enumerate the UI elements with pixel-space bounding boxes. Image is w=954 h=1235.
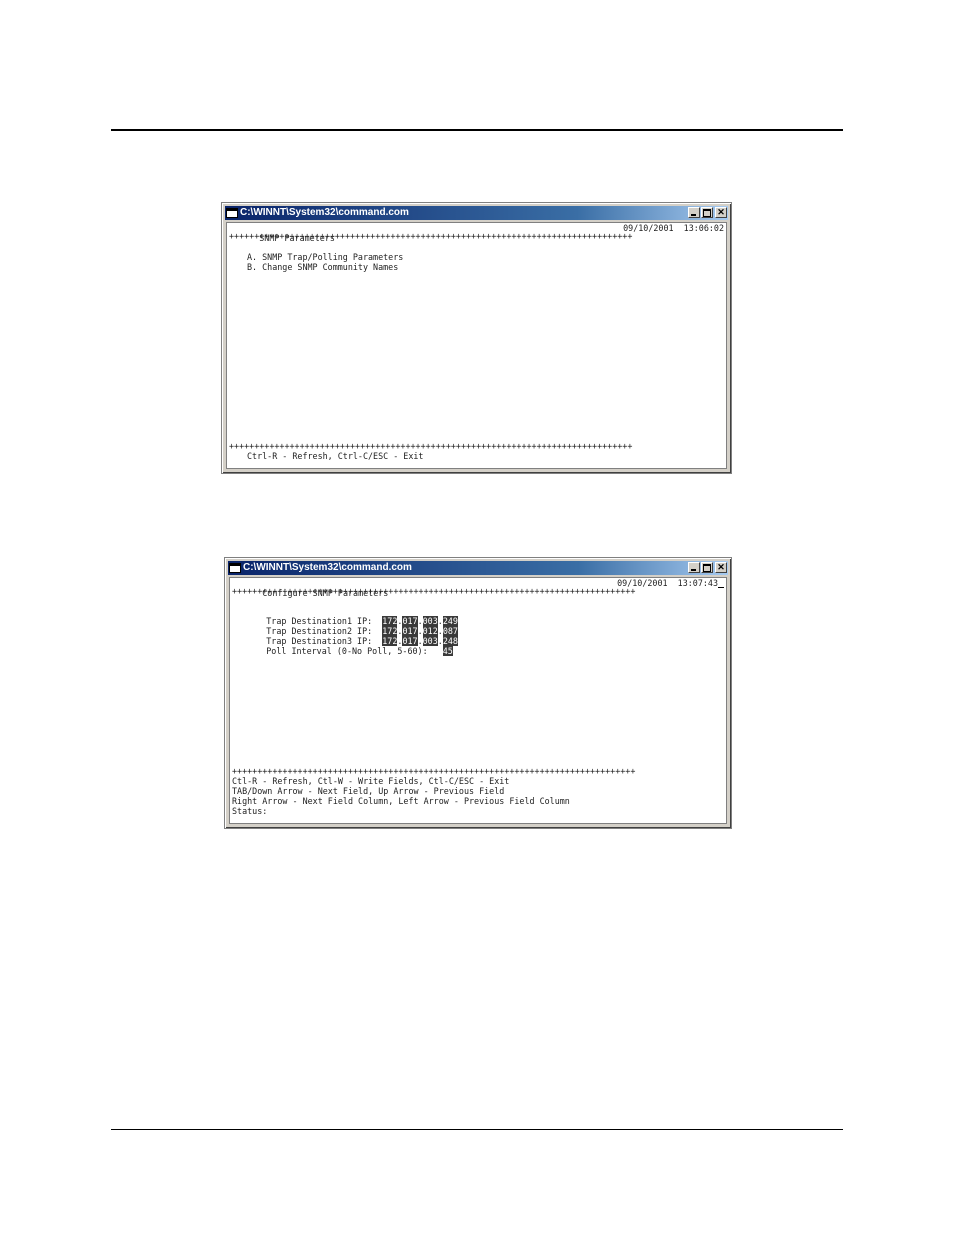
header-rule: [111, 129, 843, 131]
maximize-button[interactable]: [701, 207, 713, 218]
footer-rule: [111, 1129, 843, 1130]
footer-help: Ctrl-R - Refresh, Ctrl-C/ESC - Exit: [247, 451, 424, 461]
trap-destination2-row: Trap Destination2 IP: 172.017.012.087: [266, 626, 458, 636]
window-title: C:\WINNT\System32\command.com: [243, 562, 412, 573]
poll-interval-row: Poll Interval (0-No Poll, 5-60): 45: [236, 636, 724, 656]
poll-interval-field[interactable]: 45: [442, 646, 453, 656]
maximize-button[interactable]: [701, 562, 713, 573]
status-line: Status:: [232, 806, 268, 816]
poll-interval-label: Poll Interval (0-No Poll, 5-60):: [266, 646, 428, 656]
command-window-configure-snmp[interactable]: C:\WINNT\System32\command.com ✕ Configur…: [224, 557, 732, 829]
title-bar[interactable]: C:\WINNT\System32\command.com ✕: [225, 206, 728, 220]
help-line-1: Ctl-R - Refresh, Ctl-W - Write Fields, C…: [232, 776, 510, 786]
separator-line: ++++++++++++++++++++++++++++++++++++++++…: [232, 766, 636, 776]
minimize-button[interactable]: [688, 562, 700, 573]
separator-line: ++++++++++++++++++++++++++++++++++++++++…: [232, 586, 636, 596]
menu-item-community-names[interactable]: B. Change SNMP Community Names: [247, 262, 724, 272]
title-bar[interactable]: C:\WINNT\System32\command.com ✕: [228, 561, 728, 575]
help-line-2: TAB/Down Arrow - Next Field, Up Arrow - …: [232, 786, 505, 796]
command-window-snmp-parameters[interactable]: C:\WINNT\System32\command.com ✕ SNMP Par…: [221, 202, 732, 474]
separator-line: ++++++++++++++++++++++++++++++++++++++++…: [229, 441, 633, 451]
trap-destination3-row: Trap Destination3 IP: 172.017.003.248: [266, 636, 458, 646]
console-window-icon[interactable]: [226, 208, 238, 218]
console-screen[interactable]: Configure SNMP Parameters 09/10/2001 13:…: [229, 577, 727, 824]
trap-destination1-row: Trap Destination1 IP: 172.017.003.249: [266, 616, 458, 626]
console-window-icon[interactable]: [229, 563, 241, 573]
minimize-button[interactable]: [688, 207, 700, 218]
menu-item-trap-polling[interactable]: A. SNMP Trap/Polling Parameters: [247, 252, 724, 262]
close-button[interactable]: ✕: [715, 562, 727, 573]
window-title: C:\WINNT\System32\command.com: [240, 207, 409, 218]
separator-line: ++++++++++++++++++++++++++++++++++++++++…: [229, 231, 633, 241]
help-line-3: Right Arrow - Next Field Column, Left Ar…: [232, 796, 570, 806]
close-button[interactable]: ✕: [715, 207, 727, 218]
console-screen[interactable]: SNMP Parameters 09/10/2001 13:06:02 ++++…: [226, 222, 727, 469]
